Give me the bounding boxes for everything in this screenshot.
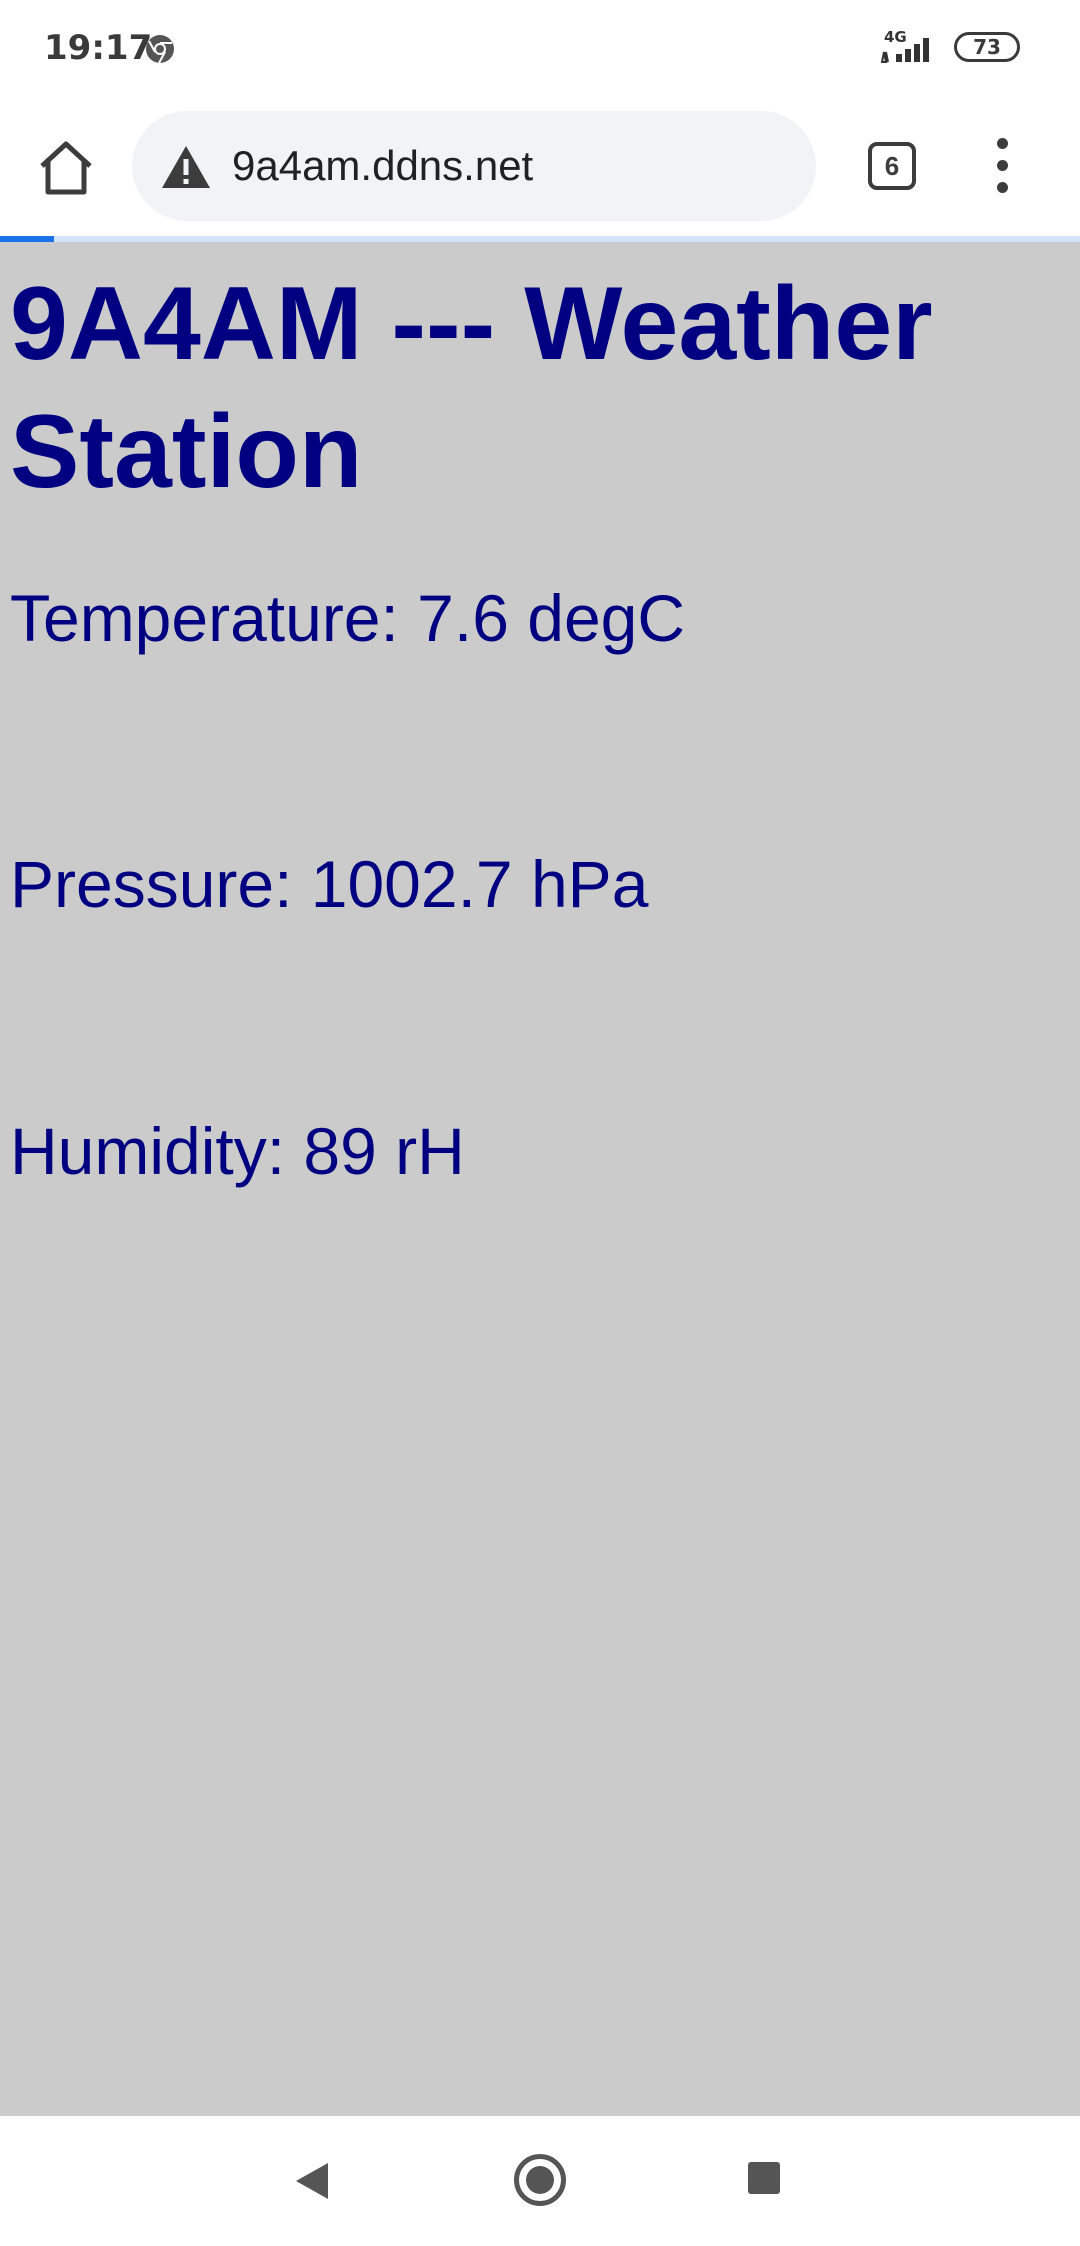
back-icon[interactable] bbox=[292, 2161, 332, 2201]
battery-icon: 73 bbox=[954, 32, 1020, 62]
humidity-reading: Humidity: 89 rH bbox=[10, 1114, 465, 1188]
tab-switcher-button[interactable]: 6 bbox=[868, 142, 916, 190]
recents-icon[interactable] bbox=[748, 2162, 780, 2194]
signal-icon bbox=[880, 38, 929, 63]
home-circle-icon[interactable] bbox=[514, 2154, 566, 2206]
home-icon[interactable] bbox=[34, 136, 98, 200]
more-vert-icon[interactable] bbox=[985, 138, 1021, 194]
pressure-reading: Pressure: 1002.7 hPa bbox=[10, 847, 649, 921]
chrome-notification-icon bbox=[146, 35, 174, 64]
battery-level: 73 bbox=[973, 35, 1001, 59]
phone-screen: 19:17 4G 73 9a4am.ddns.net 6 9A4AM --- W… bbox=[0, 0, 1080, 2246]
warning-icon[interactable] bbox=[160, 144, 212, 190]
menu-dot bbox=[997, 160, 1008, 171]
tab-count: 6 bbox=[884, 150, 900, 181]
menu-dot bbox=[997, 182, 1008, 193]
temperature-reading: Temperature: 7.6 degC bbox=[10, 581, 686, 655]
url-text[interactable]: 9a4am.ddns.net bbox=[232, 111, 533, 221]
status-time: 19:17 bbox=[44, 28, 153, 68]
navigation-bar bbox=[0, 2116, 1080, 2246]
browser-toolbar: 9a4am.ddns.net 6 bbox=[0, 96, 1080, 236]
address-bar[interactable]: 9a4am.ddns.net bbox=[132, 111, 816, 221]
status-bar: 19:17 4G 73 bbox=[0, 0, 1080, 96]
web-page: 9A4AM --- Weather Station Temperature: 7… bbox=[0, 242, 1080, 2116]
page-title: 9A4AM --- Weather Station bbox=[10, 266, 933, 510]
menu-dot bbox=[997, 138, 1008, 149]
